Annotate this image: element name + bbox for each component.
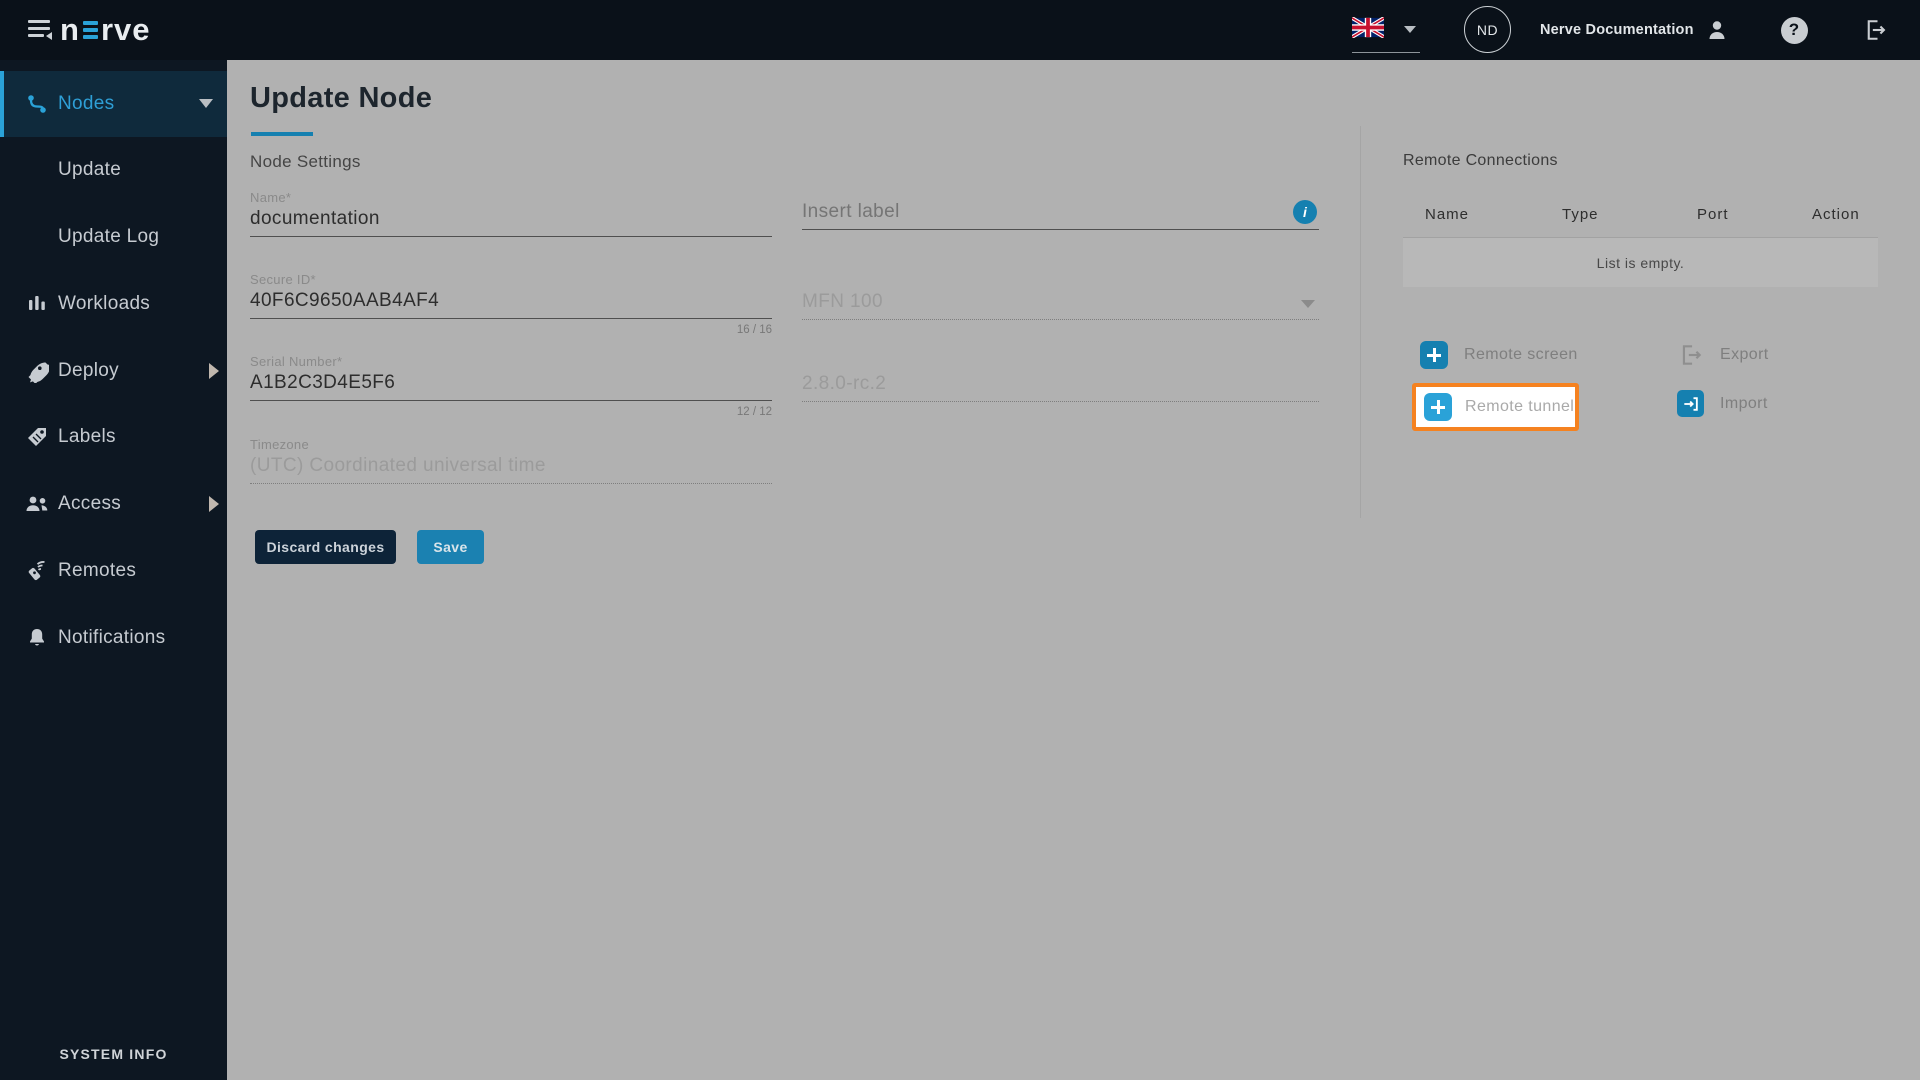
avatar[interactable]: ND [1464, 6, 1511, 53]
name-field: Name* [250, 190, 772, 237]
chevron-right-icon [209, 496, 219, 512]
sidebar-item-notifications[interactable]: Notifications [0, 605, 227, 671]
sidebar-item-label: Update [58, 159, 122, 180]
sidebar-item-label: Deploy [58, 360, 119, 381]
app-window: n rve ND Nerve Documentation ? Nodes Upd… [0, 0, 1920, 1080]
empty-list-row: List is empty. [1403, 237, 1878, 287]
page-title: Update Node [250, 82, 433, 114]
column-header-action: Action [1812, 206, 1860, 223]
model-field: MFN 100 [802, 288, 1319, 320]
save-button[interactable]: Save [417, 530, 484, 564]
logo-e-bars-icon [82, 21, 98, 39]
user-name-label: Nerve Documentation [1540, 22, 1694, 38]
remote-screen-label: Remote screen [1464, 346, 1578, 363]
remote-tunnel-label: Remote tunnel [1465, 398, 1575, 415]
uk-flag-icon [1352, 17, 1384, 38]
secure-id-field-label: Secure ID* [250, 272, 316, 287]
timezone-value: (UTC) Coordinated universal time [250, 455, 546, 476]
sidebar-item-workloads[interactable]: Workloads [0, 271, 227, 337]
sidebar-item-label: Update Log [58, 226, 160, 247]
secure-id-field: Secure ID* 16 / 16 [250, 272, 772, 336]
remote-control-icon [24, 558, 50, 584]
avatar-initials: ND [1476, 21, 1499, 38]
sidebar-item-access[interactable]: Access [0, 471, 227, 537]
serial-number-field: Serial Number* 12 / 12 [250, 354, 772, 418]
sidebar-nav: Nodes Update Update Log Workloads Deploy… [0, 60, 227, 1080]
remote-connections-panel: Remote Connections Name Type Port Action… [1403, 60, 1878, 520]
users-icon [24, 491, 50, 517]
insert-label-input[interactable] [802, 201, 1319, 223]
main-content: Update Node Node Settings Name* Secure I… [227, 60, 1920, 1080]
add-remote-screen-button[interactable]: Remote screen [1420, 341, 1578, 369]
remote-connections-title: Remote Connections [1403, 152, 1558, 169]
chevron-down-icon [199, 99, 213, 108]
workloads-icon [24, 291, 50, 317]
logout-icon[interactable] [1860, 16, 1888, 44]
sidebar-item-label: Workloads [58, 293, 151, 314]
version-value: 2.8.0-rc.2 [802, 373, 887, 394]
sidebar-item-update[interactable]: Update [0, 137, 227, 203]
plus-icon [1420, 341, 1448, 369]
top-header-bar: n rve ND Nerve Documentation ? [0, 0, 1920, 60]
form-divider [1360, 126, 1361, 518]
sidebar-item-deploy[interactable]: Deploy [0, 338, 227, 404]
chevron-right-icon [209, 363, 219, 379]
profile-icon[interactable] [1703, 16, 1731, 44]
import-icon [1677, 390, 1704, 417]
remote-connections-table-header: Name Type Port Action [1403, 206, 1878, 223]
bell-icon [24, 625, 50, 651]
menu-toggle-icon[interactable] [28, 17, 54, 43]
discard-changes-button[interactable]: Discard changes [255, 530, 396, 564]
sidebar-item-update-log[interactable]: Update Log [0, 204, 227, 270]
language-selector[interactable] [1352, 14, 1422, 53]
nerve-logo: n rve [60, 13, 150, 47]
empty-list-text: List is empty. [1596, 254, 1685, 271]
version-field: 2.8.0-rc.2 [802, 370, 1319, 402]
import-button[interactable]: Import [1677, 390, 1768, 417]
logo-text-post: rve [100, 12, 151, 47]
column-header-name: Name [1425, 206, 1470, 223]
help-icon[interactable]: ? [1780, 16, 1808, 44]
sidebar-item-remotes[interactable]: Remotes [0, 538, 227, 604]
serial-number-input[interactable] [250, 372, 772, 394]
import-label: Import [1720, 394, 1768, 412]
chevron-down-icon [1301, 300, 1315, 308]
secure-id-char-counter: 16 / 16 [736, 324, 772, 336]
column-header-type: Type [1562, 206, 1599, 223]
title-accent-bar [251, 132, 313, 136]
secure-id-input[interactable] [250, 290, 772, 312]
serial-number-char-counter: 12 / 12 [736, 406, 772, 418]
timezone-field: Timezone (UTC) Coordinated universal tim… [250, 437, 772, 484]
rocket-icon [24, 358, 50, 384]
timezone-field-label: Timezone [250, 437, 309, 452]
chevron-down-icon [1404, 26, 1416, 33]
model-value: MFN 100 [802, 291, 883, 312]
name-input[interactable] [250, 208, 772, 230]
logo-text-pre: n [60, 12, 80, 47]
sidebar-item-label: Notifications [58, 627, 166, 648]
sidebar-item-labels[interactable]: Labels [0, 404, 227, 470]
label-field: i [802, 198, 1319, 230]
sidebar-item-label: Access [58, 493, 122, 514]
nodes-icon [24, 91, 50, 117]
name-field-label: Name* [250, 190, 292, 205]
system-info-button[interactable]: SYSTEM INFO [0, 1046, 227, 1062]
plus-icon [1424, 393, 1452, 421]
column-header-port: Port [1697, 206, 1729, 223]
info-icon[interactable]: i [1293, 200, 1317, 224]
tag-icon [24, 424, 50, 450]
section-title: Node Settings [250, 152, 361, 171]
sidebar-item-label: Labels [58, 426, 116, 447]
sidebar-item-label: Nodes [58, 93, 115, 114]
serial-number-field-label: Serial Number* [250, 354, 343, 369]
export-label: Export [1720, 345, 1769, 363]
export-button[interactable]: Export [1677, 341, 1769, 368]
export-icon [1677, 341, 1704, 368]
sidebar-item-label: Remotes [58, 560, 137, 581]
sidebar-item-nodes[interactable]: Nodes [0, 71, 227, 137]
add-remote-tunnel-button-highlighted[interactable]: Remote tunnel [1412, 383, 1579, 431]
